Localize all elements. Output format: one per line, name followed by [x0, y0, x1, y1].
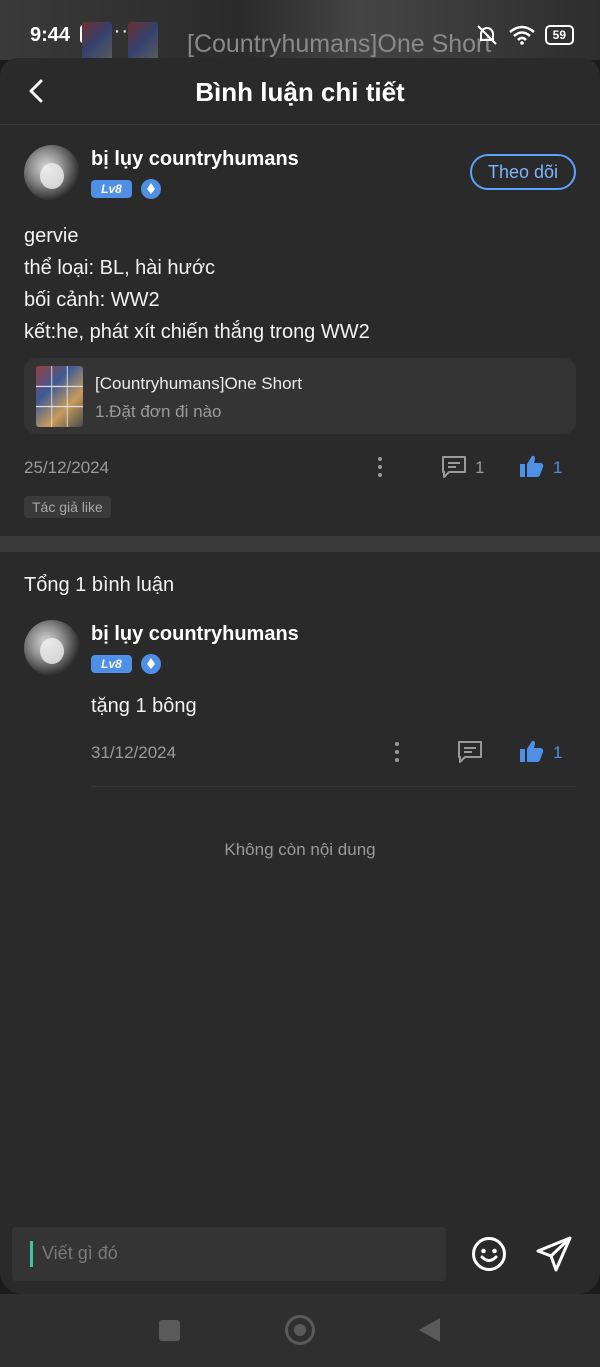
book-title: [Countryhumans]One Short	[95, 374, 302, 393]
avatar[interactable]	[24, 145, 80, 201]
book-card[interactable]: [Countryhumans]One Short 1.Đặt đơn đi nà…	[24, 358, 576, 434]
diamond-icon	[141, 179, 161, 199]
wifi-icon	[508, 25, 535, 45]
post-line: thể loại: BL, hài hước	[24, 257, 216, 279]
end-of-content-label: Không còn nội dung	[224, 840, 376, 859]
post-date: 25/12/2024	[24, 458, 110, 477]
background-page-title: [Countryhumans]One Short	[187, 30, 492, 58]
author-like-badge: Tác giả like	[24, 496, 111, 518]
reply-date: 31/12/2024	[91, 743, 177, 762]
text-caret	[30, 1241, 33, 1267]
post-line: kết:he, phát xít chiến thắng trong WW2	[24, 321, 370, 343]
battery-icon: 59	[544, 25, 574, 45]
post-content: gervie thể loại: BL, hài hước bối cảnh: …	[24, 220, 370, 348]
header: Bình luận chi tiết	[0, 58, 600, 124]
comment-input[interactable]: Viết gì đó	[12, 1227, 446, 1281]
post-username[interactable]: bị lụy countryhumans	[91, 148, 299, 171]
reply-text: tặng 1 bông	[91, 695, 197, 717]
home-icon[interactable]	[285, 1315, 315, 1345]
navigation-bar	[0, 1294, 600, 1367]
like-count: 1	[553, 458, 563, 477]
diamond-icon	[141, 654, 161, 674]
thumbs-up-icon[interactable]	[519, 454, 544, 478]
reply-username[interactable]: bị lụy countryhumans	[91, 623, 299, 646]
level-badge: Lv8	[91, 180, 132, 198]
comment-icon[interactable]	[441, 455, 467, 479]
comment-detail-sheet: Bình luận chi tiết bị lụy countryhumans …	[0, 58, 600, 1294]
thumbs-up-icon[interactable]	[519, 739, 544, 763]
recent-apps-icon[interactable]	[159, 1320, 180, 1341]
post-line: bối cảnh: WW2	[24, 289, 160, 311]
background-thumbnail	[128, 22, 158, 60]
follow-button[interactable]: Theo dõi	[470, 154, 576, 190]
emoji-icon[interactable]	[471, 1236, 507, 1272]
post-line: gervie	[24, 225, 79, 247]
status-bar: 9:44 ↑ ··· [Countryhumans]One Short 59	[0, 0, 600, 60]
page-title: Bình luận chi tiết	[195, 77, 405, 107]
divider	[0, 124, 600, 125]
divider	[91, 786, 576, 787]
background-thumbnail	[82, 22, 112, 60]
more-options-icon[interactable]	[393, 742, 401, 764]
like-count: 1	[553, 743, 563, 762]
status-time: 9:44	[30, 24, 71, 46]
avatar[interactable]	[24, 620, 80, 676]
comment-count: 1	[475, 458, 485, 477]
more-options-icon[interactable]	[376, 457, 384, 479]
section-divider	[0, 536, 600, 552]
book-chapter: 1.Đặt đơn đi nào	[95, 402, 222, 421]
silent-bell-icon	[476, 25, 497, 45]
comment-input-placeholder: Viết gì đó	[42, 1243, 118, 1263]
level-badge: Lv8	[91, 655, 132, 673]
send-icon[interactable]	[535, 1235, 573, 1273]
comment-icon[interactable]	[457, 740, 483, 764]
comments-total: Tổng 1 bình luận	[24, 574, 175, 596]
nav-back-icon[interactable]	[419, 1318, 440, 1342]
book-cover-image	[36, 366, 83, 427]
